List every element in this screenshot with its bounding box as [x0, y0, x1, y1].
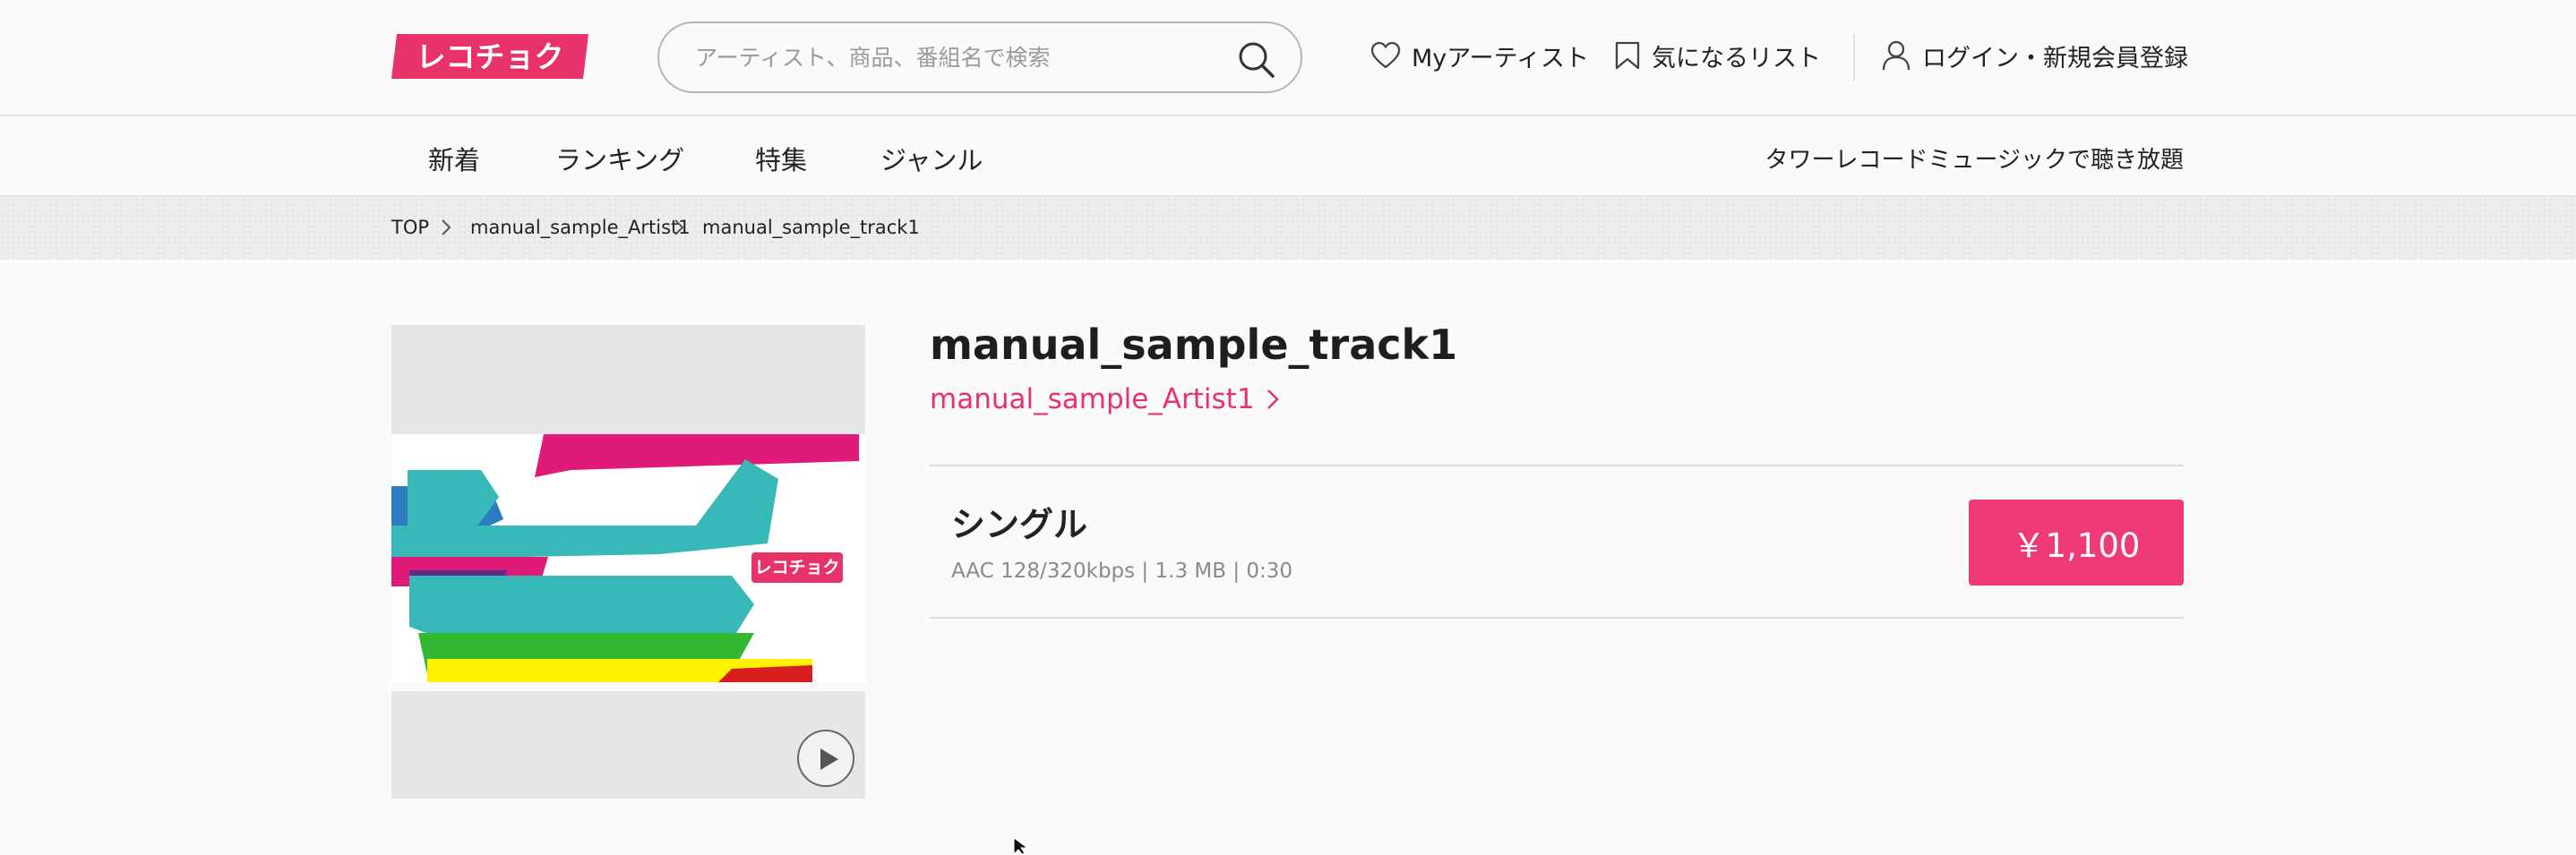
artwork-logo-text: レコチョク	[754, 558, 839, 577]
chevron-right-icon	[1267, 389, 1279, 409]
nav-item-new[interactable]: 新着	[428, 140, 480, 177]
product-divider-bottom	[930, 617, 2184, 619]
buy-button[interactable]: ￥1,100	[1969, 500, 2184, 586]
artist-link[interactable]: manual_sample_Artist1	[930, 383, 1280, 415]
header-divider	[1853, 34, 1855, 81]
nav-item-features[interactable]: 特集	[755, 140, 807, 177]
search-icon[interactable]	[1236, 39, 1275, 79]
play-icon	[820, 748, 838, 770]
breadcrumb-artist[interactable]: manual_sample_Artist1	[470, 217, 691, 238]
breadcrumb-track: manual_sample_track1	[702, 217, 920, 238]
my-artist-label: Myアーティスト	[1412, 44, 1590, 73]
search-box	[657, 21, 1302, 93]
album-artwork: レコチョク	[391, 434, 865, 682]
login-label: ログイン・新規会員登録	[1922, 44, 2188, 73]
main-nav: 新着 ランキング 特集 ジャンル タワーレコードミュージックで聴き放題	[0, 116, 2576, 197]
artist-name: manual_sample_Artist1	[930, 383, 1255, 415]
chevron-right-icon	[442, 219, 451, 235]
chevron-right-icon	[674, 219, 684, 235]
track-title: manual_sample_track1	[930, 321, 1458, 369]
nav-item-ranking[interactable]: ランキング	[555, 140, 684, 177]
breadcrumb: TOP manual_sample_Artist1 manual_sample_…	[0, 197, 2576, 260]
mouse-cursor-icon	[1013, 837, 1029, 855]
preview-play-button[interactable]	[797, 730, 854, 787]
logo-text: レコチョク	[416, 39, 564, 74]
breadcrumb-top[interactable]: TOP	[391, 217, 429, 238]
heart-icon	[1370, 41, 1401, 69]
my-artist-link[interactable]: Myアーティスト	[1370, 36, 1589, 75]
recochoku-logo[interactable]: レコチョク	[391, 32, 594, 81]
audio-spec: AAC 128/320kbps | 1.3 MB | 0:30	[951, 560, 1293, 583]
product-divider-top	[930, 465, 2184, 466]
login-link[interactable]: ログイン・新規会員登録	[1881, 36, 2188, 75]
wishlist-link[interactable]: 気になるリスト	[1614, 36, 1821, 75]
artwork-footer	[391, 691, 865, 799]
user-icon	[1882, 40, 1911, 71]
format-label: シングル	[951, 505, 1088, 544]
wishlist-label: 気になるリスト	[1652, 44, 1821, 73]
tower-records-link[interactable]: タワーレコードミュージックで聴き放題	[1765, 141, 2184, 175]
site-header: レコチョク Myアーティスト 気になるリスト ログイン・新規会員登録	[0, 0, 2576, 116]
artwork-background	[391, 325, 865, 434]
nav-item-genre[interactable]: ジャンル	[880, 140, 983, 177]
bookmark-icon	[1615, 41, 1640, 70]
search-input[interactable]	[695, 39, 1197, 75]
